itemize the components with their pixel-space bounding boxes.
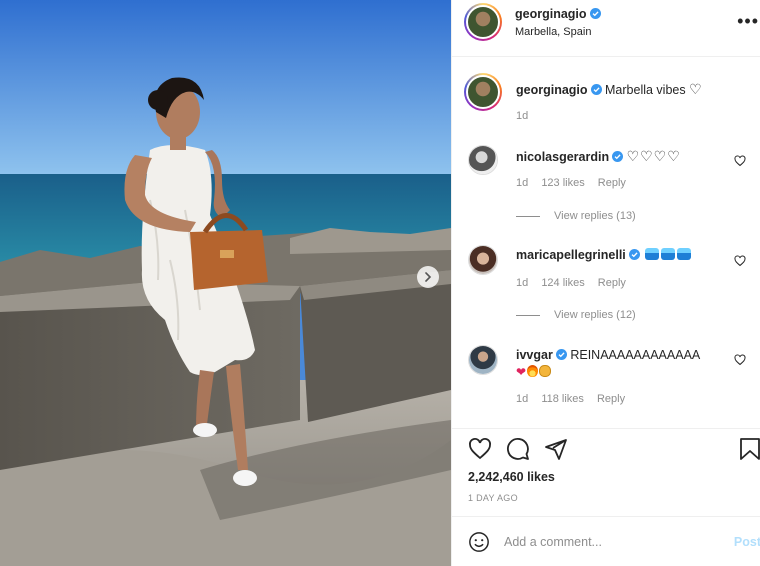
- red-heart-emoji: ❤: [516, 365, 527, 379]
- comment-likes[interactable]: 118 likes: [541, 393, 584, 405]
- action-bar: 2,242,460 likes 1 DAY AGO: [452, 428, 760, 516]
- comment-like-heart-icon[interactable]: [734, 255, 746, 267]
- author-avatar[interactable]: [464, 3, 502, 41]
- author-username-container[interactable]: georginagio: [515, 7, 601, 21]
- wave-emoji-icon: [645, 248, 660, 260]
- reply-button[interactable]: Reply: [597, 393, 625, 405]
- wave-emoji-icon: [661, 248, 676, 260]
- clap-emoji-icon: [539, 365, 552, 377]
- add-comment-bar: Post: [452, 516, 760, 566]
- caption-author-avatar[interactable]: [464, 73, 502, 111]
- comment-username[interactable]: ivvgar: [516, 348, 553, 362]
- verified-badge-icon: [612, 151, 624, 162]
- carousel-next-button[interactable]: [417, 266, 439, 288]
- caption-text: Marbella vibes: [605, 83, 686, 97]
- comment-age: 1d: [516, 277, 529, 289]
- fire-emoji-icon: [527, 365, 539, 377]
- reply-button[interactable]: Reply: [598, 177, 626, 189]
- caption-username[interactable]: georginagio: [516, 83, 588, 97]
- comment-username[interactable]: nicolasgerardin: [516, 150, 609, 164]
- comment-username[interactable]: maricapellegrinelli: [516, 248, 626, 262]
- caption-age: 1d: [516, 110, 529, 122]
- post-photo[interactable]: [0, 0, 451, 566]
- post-location[interactable]: Marbella, Spain: [515, 26, 591, 38]
- comment-age: 1d: [516, 177, 529, 189]
- share-icon[interactable]: [544, 437, 568, 461]
- view-replies-button[interactable]: View replies (13): [516, 210, 636, 222]
- comment-age: 1d: [516, 393, 529, 405]
- commenter-avatar[interactable]: [468, 345, 498, 375]
- comment-input[interactable]: [504, 531, 714, 553]
- wave-emoji-icon: [677, 248, 692, 260]
- comment-likes[interactable]: 124 likes: [541, 277, 584, 289]
- post-side-panel: georginagio Marbella, Spain ••• georgina…: [451, 0, 760, 566]
- caption-emoji: ♡: [689, 81, 702, 97]
- author-username[interactable]: georginagio: [515, 7, 587, 21]
- divider: [516, 314, 540, 316]
- verified-badge-icon: [555, 349, 567, 360]
- post-image: [0, 0, 451, 566]
- verified-badge-icon: [628, 249, 640, 260]
- comment-text: REINAAAAAAAAAAAA: [570, 348, 701, 362]
- comment-1: nicolasgerardin ♡♡♡♡: [516, 148, 681, 165]
- comment-emoji-line: ❤: [516, 365, 552, 379]
- chevron-right-icon: [425, 272, 432, 282]
- post-comment-button[interactable]: Post: [734, 535, 760, 549]
- comment-2: maricapellegrinelli: [516, 248, 692, 262]
- comment-like-heart-icon[interactable]: [734, 155, 746, 167]
- commenter-avatar[interactable]: [468, 245, 498, 275]
- caption: georginagio Marbella vibes ♡: [516, 81, 702, 98]
- comment-text: ♡♡♡♡: [626, 148, 681, 164]
- post-header: georginagio Marbella, Spain •••: [452, 0, 760, 57]
- comment-meta: 1d 123 likes Reply: [516, 177, 636, 189]
- post-timestamp[interactable]: 1 DAY AGO: [468, 493, 518, 503]
- comment-meta: 1d 118 likes Reply: [516, 393, 635, 405]
- comment-meta: 1d 124 likes Reply: [516, 277, 636, 289]
- divider: [516, 215, 540, 217]
- emoji-icon[interactable]: [468, 531, 490, 553]
- heart-icon[interactable]: [468, 437, 492, 461]
- commenter-avatar[interactable]: [468, 145, 498, 175]
- comment-icon[interactable]: [506, 437, 530, 461]
- verified-badge-icon: [589, 8, 601, 19]
- reply-button[interactable]: Reply: [598, 277, 626, 289]
- verified-badge-icon: [590, 84, 602, 95]
- comment-likes[interactable]: 123 likes: [541, 177, 584, 189]
- view-replies-label[interactable]: View replies (12): [554, 309, 636, 321]
- comment-like-heart-icon[interactable]: [734, 354, 746, 366]
- view-replies-button[interactable]: View replies (12): [516, 309, 636, 321]
- like-count[interactable]: 2,242,460 likes: [468, 470, 555, 484]
- comment-3: ivvgar REINAAAAAAAAAAAA: [516, 348, 700, 362]
- more-options-icon[interactable]: •••: [737, 12, 759, 30]
- bookmark-icon[interactable]: [739, 437, 760, 461]
- view-replies-label[interactable]: View replies (13): [554, 210, 636, 222]
